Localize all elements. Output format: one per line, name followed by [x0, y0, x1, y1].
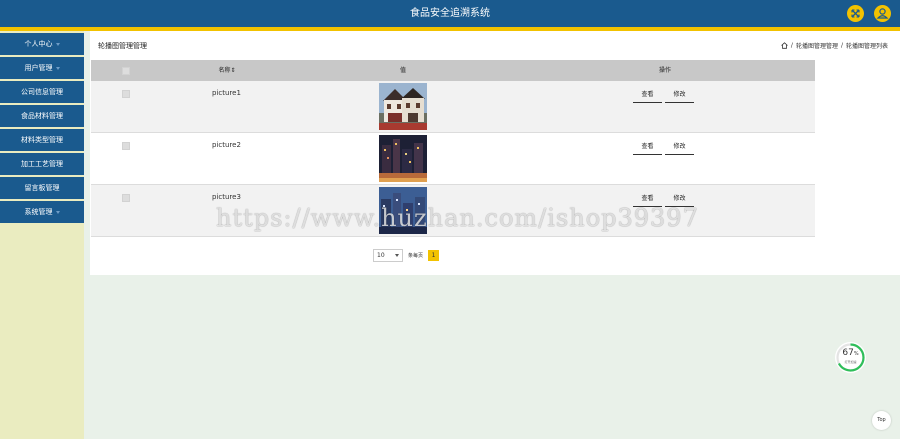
sidebar-item-label: 留言板管理: [24, 184, 60, 192]
gauge-value: 67%: [842, 348, 859, 358]
chevron-down-icon: [55, 66, 60, 70]
sidebar-item-user-management[interactable]: 用户管理: [0, 57, 84, 79]
sidebar-item-system[interactable]: 系统管理: [0, 201, 84, 223]
back-to-top-button[interactable]: Top: [872, 411, 891, 430]
sidebar-item-label: 用户管理: [24, 64, 53, 72]
sidebar: 个人中心 用户管理 公司信息管理 食品材料管理 材料类型管理 加工工艺管理 留言…: [0, 31, 84, 439]
pagination: 10 条每页 1: [373, 249, 440, 262]
edit-button[interactable]: 修改: [665, 141, 694, 155]
breadcrumb-item: 轮播图管理列表: [845, 43, 888, 50]
chevron-down-icon: [395, 254, 399, 257]
sidebar-item-message-board[interactable]: 留言板管理: [0, 177, 84, 199]
sidebar-item-label: 个人中心: [24, 40, 53, 48]
user-icon[interactable]: [874, 5, 891, 22]
breadcrumb: / 轮播图管理管理 / 轮播图管理列表: [781, 41, 888, 50]
sidebar-item-label: 食品材料管理: [21, 112, 63, 120]
row-checkbox[interactable]: [122, 142, 130, 150]
page-title: 轮播图管理管理: [98, 42, 147, 50]
sidebar-item-label: 公司信息管理: [21, 88, 63, 96]
sidebar-item-company-info[interactable]: 公司信息管理: [0, 81, 84, 103]
sidebar-item-label: 加工工艺管理: [21, 160, 63, 168]
table-row: picture2 查看 修改: [91, 133, 815, 185]
page-size-select[interactable]: 10: [373, 249, 403, 262]
row-name: picture2: [212, 141, 241, 149]
main-content: 轮播图管理管理 / 轮播图管理管理 / 轮播图管理列表 名称⇕ 值 操作 pic…: [90, 31, 900, 275]
page-size-label: 条每页: [408, 253, 424, 259]
row-name: picture1: [212, 89, 241, 97]
sidebar-item-processing[interactable]: 加工工艺管理: [0, 153, 84, 175]
app-title: 食品安全追溯系统: [410, 8, 490, 19]
sidebar-item-personal-center[interactable]: 个人中心: [0, 33, 84, 55]
breadcrumb-separator: /: [790, 42, 793, 49]
sidebar-item-material-types[interactable]: 材料类型管理: [0, 129, 84, 151]
page-number-current[interactable]: 1: [428, 250, 440, 261]
chevron-down-icon: [55, 210, 60, 214]
row-checkbox[interactable]: [122, 90, 130, 98]
column-header-name[interactable]: 名称⇕: [202, 60, 252, 81]
table-header: 名称⇕ 值 操作: [91, 60, 815, 81]
column-header-value: 值: [399, 67, 406, 74]
watermark: https://www.huzhan.com/ishop39397: [216, 204, 699, 232]
edit-button[interactable]: 修改: [665, 89, 694, 103]
speed-gauge[interactable]: 67% 打开加速: [835, 342, 866, 373]
house-photo: [379, 83, 427, 130]
view-button[interactable]: 查看: [633, 89, 662, 103]
sidebar-item-label: 材料类型管理: [21, 136, 63, 144]
breadcrumb-separator: /: [840, 42, 843, 49]
view-button[interactable]: 查看: [633, 141, 662, 155]
night-city-photo: [379, 135, 427, 182]
expand-icon[interactable]: [847, 5, 864, 22]
sidebar-item-label: 系统管理: [24, 208, 53, 216]
column-header-actions: 操作: [658, 67, 671, 74]
row-name: picture3: [212, 193, 241, 201]
select-all-checkbox[interactable]: [122, 67, 130, 75]
table-row: picture1 查看 修改: [91, 81, 815, 133]
home-icon[interactable]: [781, 42, 788, 49]
chevron-down-icon: [55, 42, 60, 46]
sidebar-item-food-materials[interactable]: 食品材料管理: [0, 105, 84, 127]
breadcrumb-item[interactable]: 轮播图管理管理: [796, 41, 838, 50]
gauge-label: 打开加速: [844, 360, 857, 364]
row-checkbox[interactable]: [122, 194, 130, 202]
